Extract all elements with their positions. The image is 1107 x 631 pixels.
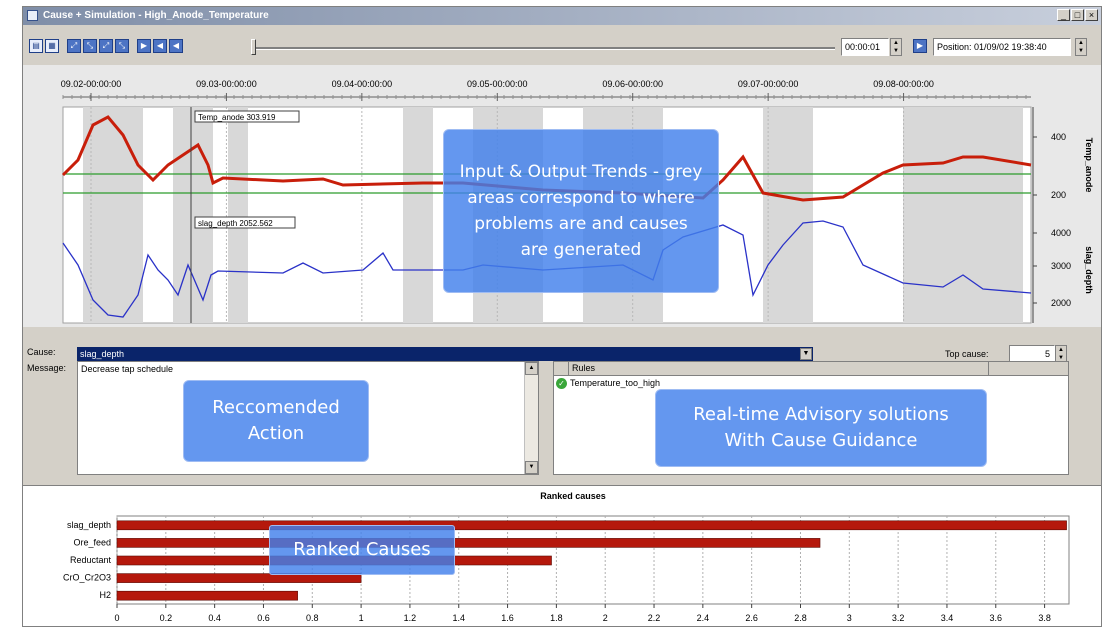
problem-band [83,107,143,323]
slag-cursor-label: slag_depth 2052.562 [198,219,273,228]
slag-axis-title: slag_depth [1084,246,1094,294]
step-back-icon[interactable]: ◀ [153,39,167,53]
ranked-causes-panel: Ranked causes 0 0.2 0.4 0.6 0.8 1 1.2 1.4 1.6 1.8 2… [23,485,1101,626]
time-slider-track[interactable] [255,47,835,50]
chevron-down-icon[interactable]: ▼ [800,348,812,360]
bar-Ore_feed [116,538,821,548]
category-label: slag_depth [67,520,111,530]
grid-icon[interactable]: ▦ [45,39,59,53]
bar-slag_depth [116,520,1067,531]
date-label: 09.06-00:00:00 [602,79,663,89]
problem-band [763,107,813,323]
temp-axis-tick-label: 200 [1051,190,1066,200]
check-icon: ✓ [556,378,567,389]
date-label: 09.07-00:00:00 [738,79,799,89]
trends-callout: Input & Output Trends - grey areas corre… [443,129,719,293]
scroll-down-icon[interactable]: ▼ [525,461,538,474]
position-field[interactable]: Position: 01/09/02 19:38:40 [933,38,1071,56]
minimize-button[interactable]: _ [1057,9,1070,21]
date-label: 09.05-00:00:00 [467,79,528,89]
app-icon [27,10,38,21]
play-icon[interactable]: ▶ [137,39,151,53]
message-scrollbar[interactable]: ▲ ▼ [524,362,538,474]
x-tick-label: 1.8 [550,613,563,623]
time-step-spinner[interactable]: ▲ ▼ [890,38,902,56]
jump-icon[interactable]: ▶ [913,39,927,53]
temp-axis-tick-label: 400 [1051,132,1066,142]
temp-axis-title: Temp_anode [1084,138,1094,193]
chart-title: Ranked causes [540,491,606,501]
cause-select[interactable]: slag_depth ▼ [77,347,813,361]
category-label: H2 [99,590,111,600]
x-tick-label: 0.4 [208,613,221,623]
fit-icon[interactable]: ⤡ [115,39,129,53]
slag-axis-tick-label: 2000 [1051,298,1071,308]
x-tick-label: 3.4 [941,613,954,623]
column-divider [988,362,989,375]
slag-axis-tick-label: 4000 [1051,228,1071,238]
date-label: 09.02-00:00:00 [61,79,122,89]
date-label: 09.04-00:00:00 [332,79,393,89]
zoom-in-icon[interactable]: ⤡ [83,39,97,53]
rules-header-spacer [554,362,569,375]
x-tick-label: 3.6 [990,613,1003,623]
scroll-up-icon[interactable]: ▲ [525,362,538,375]
ranked-causes-chart: Ranked causes 0 0.2 0.4 0.6 0.8 1 1.2 1.4 1.6 1.8 2… [63,491,1070,623]
restore-button[interactable]: □ [1071,9,1084,21]
bar-H2 [116,590,298,601]
x-tick-label: 1.2 [404,613,417,623]
zoom-out-icon[interactable]: ⤢ [99,39,113,53]
x-tick-label: 2.8 [794,613,807,623]
message-text: Decrease tap schedule [81,364,174,374]
x-tick-label: 1.4 [452,613,465,623]
title-bar: Cause + Simulation - High_Anode_Temperat… [23,7,1101,25]
time-slider-thumb[interactable] [251,39,256,55]
close-button[interactable]: × [1085,9,1098,21]
cause-label: Cause: [27,347,56,357]
rewind-icon[interactable]: ◀ [169,39,183,53]
date-label: 09.08-00:00:00 [873,79,934,89]
x-tick-label: 3.2 [892,613,905,623]
window-title: Cause + Simulation - High_Anode_Temperat… [43,10,269,21]
x-tick-label: 1 [359,613,364,623]
message-label: Message: [27,363,67,373]
advisory-callout: Real-time Advisory solutions With Cause … [655,389,987,467]
category-label: Ore_feed [73,537,111,547]
x-tick-label: 1.6 [501,613,514,623]
x-tick-label: 3 [847,613,852,623]
simulation-window: Cause + Simulation - High_Anode_Temperat… [22,6,1102,627]
chart-icon[interactable]: ▤ [29,39,43,53]
time-step-field[interactable]: 00:00:01 [841,38,889,56]
category-label: Reductant [70,555,112,565]
rules-header-row: Rules [554,362,1068,376]
x-tick-label: 2.4 [697,613,710,623]
problem-band [403,107,433,323]
date-label: 09.03-00:00:00 [196,79,257,89]
ranked-callout: Ranked Causes [269,525,455,575]
x-tick-label: 0.6 [257,613,270,623]
problem-band [228,107,248,323]
position-spinner[interactable]: ▲ ▼ [1075,38,1087,56]
toolbar: ▤ ▦ ⤢ ⤡ ⤢ ⤡ ▶ ◀ ◀ 00:00:01 ▲ ▼ ▶ Position… [23,27,1101,65]
x-tick-label: 0.2 [160,613,173,623]
x-tick-label: 0.8 [306,613,319,623]
action-callout: Reccomended Action [183,380,369,462]
x-tick-label: 0 [114,613,119,623]
x-tick-label: 3.8 [1038,613,1051,623]
slag-axis-tick-label: 3000 [1051,261,1071,271]
top-cause-label: Top cause: [945,349,989,359]
temp-cursor-label: Temp_anode 303.919 [198,113,276,122]
rules-header[interactable]: Rules [572,363,595,373]
rule-item[interactable]: Temperature_too_high [570,378,660,388]
x-tick-label: 2.2 [648,613,661,623]
x-tick-label: 2.6 [745,613,758,623]
x-tick-label: 2 [603,613,608,623]
cause-value: slag_depth [80,349,125,359]
zoom-icon[interactable]: ⤢ [67,39,81,53]
category-label: CrO_Cr2O3 [63,573,111,583]
